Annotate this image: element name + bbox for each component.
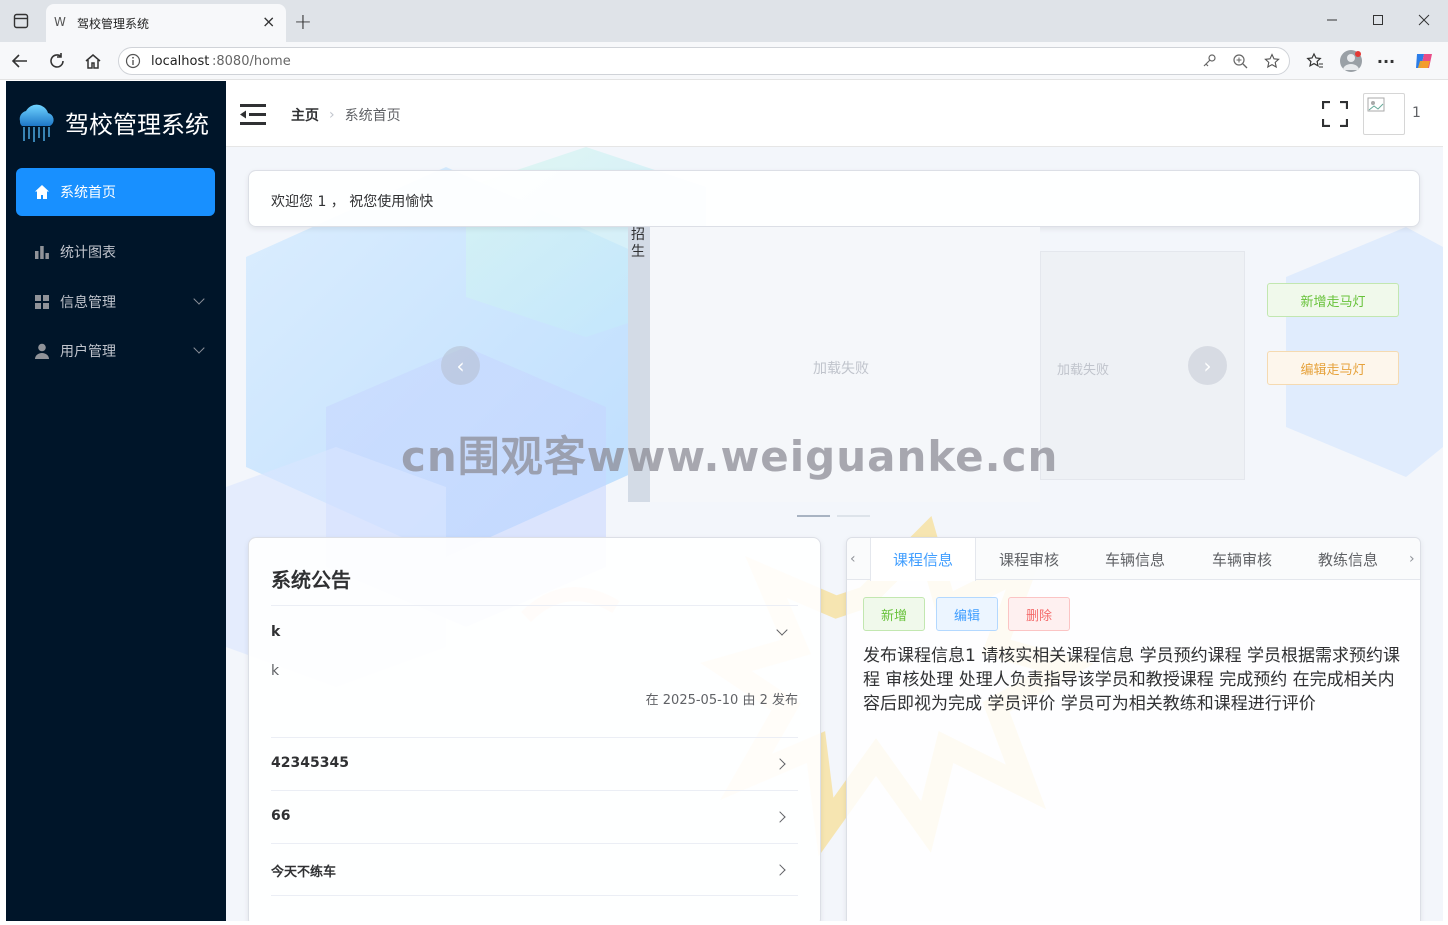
cloud-logo-icon — [12, 97, 58, 143]
edit-carousel-button[interactable]: 编辑走马灯 — [1267, 351, 1399, 385]
collapse-menu-icon[interactable] — [240, 104, 266, 126]
carousel-next-icon[interactable]: › — [1188, 346, 1227, 385]
info-tabs-card: ‹ 课程信息 课程审核 车辆信息 车辆审核 教练信息 › 新增 编辑 删除 发布… — [846, 537, 1421, 921]
breadcrumb: 主页 › 系统首页 — [291, 105, 401, 125]
url-path: :8080/home — [212, 54, 291, 69]
announcement-title: 系统公告 — [271, 568, 351, 592]
user-icon — [34, 343, 50, 359]
minimize-icon[interactable] — [1322, 10, 1342, 30]
profile-avatar-icon[interactable] — [1340, 50, 1362, 72]
announcement-card: 系统公告 k k 在 2025-05-10 由 2 发布 42345345 66… — [248, 537, 821, 921]
sidebar-item-user-management[interactable]: 用户管理 — [16, 327, 215, 375]
bar-chart-icon — [34, 244, 50, 260]
announcement-item[interactable]: 42345345 — [271, 738, 798, 791]
carousel-indicator[interactable] — [837, 515, 870, 517]
announcement-item-title: 66 — [271, 808, 291, 824]
close-window-icon[interactable] — [1414, 10, 1434, 30]
chevron-right-icon[interactable] — [774, 811, 786, 823]
announcement-item-title: 今天不练车 — [271, 865, 337, 880]
home-icon — [34, 184, 50, 200]
add-carousel-button[interactable]: 新增走马灯 — [1267, 283, 1399, 317]
sidebar-item-info-management[interactable]: 信息管理 — [16, 278, 215, 326]
tab-header: ‹ 课程信息 课程审核 车辆信息 车辆审核 教练信息 › — [847, 538, 1420, 581]
url-field[interactable]: localhost :8080/home — [118, 47, 1290, 75]
slide-load-error: 加载失败 — [813, 361, 869, 377]
tab-coach-info[interactable]: 教练信息 — [1295, 538, 1401, 580]
sidebar-item-label: 信息管理 — [60, 295, 116, 311]
zoom-icon[interactable] — [1232, 53, 1248, 69]
more-menu-icon[interactable]: ··· — [1376, 51, 1396, 71]
breadcrumb-home[interactable]: 主页 — [291, 105, 319, 125]
url-host: localhost — [151, 54, 210, 69]
tab-scroll-left-icon[interactable]: ‹ — [850, 551, 856, 567]
announcement-item-title: k — [271, 624, 281, 640]
chevron-right-icon[interactable] — [774, 758, 786, 770]
sidebar-item-label: 统计图表 — [60, 245, 116, 261]
sidebar-item-label: 系统首页 — [60, 185, 116, 201]
favorite-star-icon[interactable] — [1264, 53, 1280, 69]
announcement-item-expanded[interactable]: k k 在 2025-05-10 由 2 发布 — [271, 606, 798, 738]
breadcrumb-separator-icon: › — [329, 107, 335, 123]
key-icon[interactable] — [1201, 53, 1217, 69]
app-title: 驾校管理系统 — [65, 111, 209, 139]
avatar[interactable] — [1363, 93, 1405, 135]
grid-icon — [34, 294, 50, 310]
back-icon[interactable] — [10, 51, 30, 71]
browser-tab-bar: W 驾校管理系统 × + — [0, 0, 1448, 42]
chevron-down-icon[interactable] — [776, 624, 788, 636]
chevron-right-icon[interactable] — [774, 863, 786, 876]
reload-icon[interactable] — [47, 51, 67, 71]
welcome-banner: 欢迎您 1 ， 祝您使用愉快 — [248, 170, 1420, 227]
tab-course-review[interactable]: 课程审核 — [976, 538, 1082, 580]
tab-content-text: 发布课程信息1 请核实相关课程信息 学员预约课程 学员根据需求预约课程 审核处理… — [863, 646, 1401, 714]
tab-scroll-right-icon[interactable]: › — [1409, 551, 1415, 567]
tab-course-info[interactable]: 课程信息 — [870, 538, 976, 581]
announcement-item-title: 42345345 — [271, 755, 349, 771]
tab-close-icon[interactable]: × — [262, 12, 275, 31]
tab-actions-icon[interactable] — [12, 12, 30, 30]
favorites-icon[interactable] — [1305, 51, 1325, 71]
tab-title: 驾校管理系统 — [77, 17, 150, 31]
fullscreen-icon[interactable] — [1321, 100, 1349, 128]
carousel-prev-icon[interactable]: ‹ — [441, 346, 480, 385]
announcement-item-meta: 在 2025-05-10 由 2 发布 — [645, 693, 798, 708]
sidebar-item-home[interactable]: 系统首页 — [16, 168, 215, 216]
slide-load-error: 加载失败 — [1057, 363, 1110, 378]
tab-vehicle-review[interactable]: 车辆审核 — [1189, 538, 1295, 580]
announcement-item[interactable]: 今天不练车 — [271, 844, 798, 896]
sidebar-item-charts[interactable]: 统计图表 — [16, 228, 215, 276]
copilot-icon[interactable] — [1413, 50, 1435, 72]
watermark-text: cn围观客www.weiguanke.cn — [401, 432, 1059, 481]
announcement-item-content: k — [271, 663, 280, 679]
carousel-side-label: 招生 — [631, 227, 645, 260]
browser-tab[interactable]: W 驾校管理系统 × — [46, 4, 286, 42]
chevron-down-icon — [193, 342, 205, 354]
sidebar-item-label: 用户管理 — [60, 344, 116, 360]
username[interactable]: 1 — [1412, 105, 1421, 121]
carousel-indicator-active[interactable] — [797, 515, 830, 517]
sidebar: 驾校管理系统 系统首页 统计图表 信息管理 用户管理 — [6, 81, 226, 921]
edit-button[interactable]: 编辑 — [936, 597, 998, 631]
tab-favicon-icon: W — [54, 15, 66, 29]
main-content: 主页 › 系统首页 1 欢迎您 1 ， 祝您使用愉快 招生 加载失败 加载失败 … — [226, 81, 1443, 921]
info-icon[interactable] — [125, 53, 141, 69]
top-header: 主页 › 系统首页 1 — [226, 81, 1443, 147]
delete-button[interactable]: 删除 — [1008, 597, 1070, 631]
breadcrumb-current: 系统首页 — [344, 108, 401, 124]
add-button[interactable]: 新增 — [863, 597, 925, 631]
home-browser-icon[interactable] — [83, 51, 103, 71]
address-bar-row: localhost :8080/home ··· — [0, 42, 1448, 80]
welcome-text: 欢迎您 1 ， 祝您使用愉快 — [271, 194, 434, 210]
announcement-item[interactable]: 66 — [271, 791, 798, 844]
chevron-down-icon — [193, 293, 205, 305]
tab-vehicle-info[interactable]: 车辆信息 — [1082, 538, 1188, 580]
maximize-icon[interactable] — [1368, 10, 1388, 30]
new-tab-icon[interactable]: + — [292, 10, 314, 35]
